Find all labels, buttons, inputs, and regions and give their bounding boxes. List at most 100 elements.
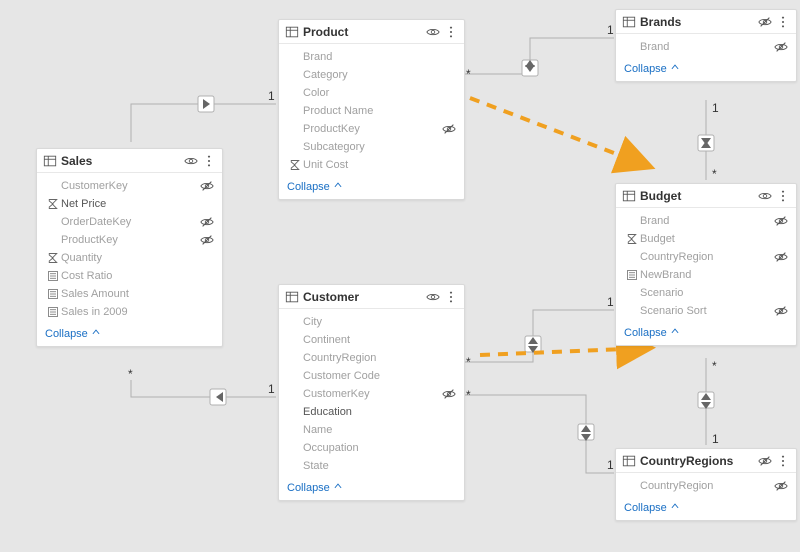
field-name: Customer Code: [303, 370, 456, 382]
table-header[interactable]: Product: [279, 20, 464, 44]
field-row[interactable]: ProductKey: [37, 231, 222, 249]
field-row[interactable]: CountryRegion: [616, 248, 796, 266]
field-row[interactable]: Education: [279, 403, 464, 421]
field-row[interactable]: Product Name: [279, 102, 464, 120]
table-header[interactable]: CountryRegions: [616, 449, 796, 473]
hidden-icon[interactable]: [758, 15, 772, 29]
field-name: Color: [303, 87, 456, 99]
table-header[interactable]: Budget: [616, 184, 796, 208]
field-row[interactable]: OrderDateKey: [37, 213, 222, 231]
field-name: Category: [303, 69, 456, 81]
table-header[interactable]: Customer: [279, 285, 464, 309]
blank-icon: [624, 40, 640, 54]
table-card-budget[interactable]: BudgetBrandBudgetCountryRegionNewBrandSc…: [615, 183, 797, 346]
model-diagram-canvas[interactable]: * 1 * 1 * 1 1 * * 1 * 1 1 * SalesCustome…: [0, 0, 800, 552]
measure-icon: [624, 268, 640, 282]
table-card-sales[interactable]: Sales CustomerKeyNet PriceOrderDateKeyPro…: [36, 148, 223, 347]
collapse-link[interactable]: Collapse: [279, 176, 464, 199]
table-card-product[interactable]: Product Brand Category Color Product Name Pro…: [278, 19, 465, 200]
table-title: Budget: [636, 189, 754, 203]
field-row[interactable]: Brand: [616, 212, 796, 230]
field-row[interactable]: CustomerKey: [37, 177, 222, 195]
field-name: Brand: [303, 51, 456, 63]
hidden-icon[interactable]: [774, 304, 788, 318]
field-name: CountryRegion: [640, 251, 774, 263]
field-row[interactable]: CountryRegion: [279, 349, 464, 367]
field-name: Unit Cost: [303, 159, 456, 171]
hidden-icon[interactable]: [774, 479, 788, 493]
field-row[interactable]: Brand: [279, 48, 464, 66]
svg-text:1: 1: [712, 432, 719, 446]
field-row[interactable]: Net Price: [37, 195, 222, 213]
more-options-icon[interactable]: [776, 15, 790, 29]
collapse-link[interactable]: Collapse: [37, 323, 222, 346]
hidden-icon[interactable]: [774, 40, 788, 54]
field-row[interactable]: Customer Code: [279, 367, 464, 385]
chevron-up-icon: [333, 180, 343, 193]
field-row[interactable]: CountryRegion: [616, 477, 796, 495]
svg-text:*: *: [128, 367, 133, 381]
hidden-icon[interactable]: [442, 122, 456, 136]
field-row[interactable]: Occupation: [279, 439, 464, 457]
collapse-link[interactable]: Collapse: [616, 58, 796, 81]
visibility-icon[interactable]: [426, 290, 440, 304]
blank-icon: [45, 233, 61, 247]
hidden-icon[interactable]: [774, 214, 788, 228]
field-row[interactable]: Scenario: [616, 284, 796, 302]
table-card-customer[interactable]: Customer City Continent CountryRegion Custom…: [278, 284, 465, 501]
field-row[interactable]: State: [279, 457, 464, 475]
field-row[interactable]: NewBrand: [616, 266, 796, 284]
table-title: Product: [299, 25, 422, 39]
collapse-link[interactable]: Collapse: [616, 497, 796, 520]
hidden-icon[interactable]: [200, 215, 214, 229]
hidden-icon[interactable]: [758, 454, 772, 468]
table-header[interactable]: Brands: [616, 10, 796, 34]
visibility-icon[interactable]: [184, 154, 198, 168]
chevron-up-icon: [670, 62, 680, 75]
visibility-icon[interactable]: [426, 25, 440, 39]
table-title: Sales: [57, 154, 180, 168]
svg-text:1: 1: [268, 382, 275, 396]
field-name: City: [303, 316, 456, 328]
field-row[interactable]: Unit Cost: [279, 156, 464, 174]
field-name: CountryRegion: [303, 352, 456, 364]
more-options-icon[interactable]: [776, 189, 790, 203]
field-row[interactable]: Sales in 2009: [37, 303, 222, 321]
field-row[interactable]: Subcategory: [279, 138, 464, 156]
field-row[interactable]: Name: [279, 421, 464, 439]
hidden-icon[interactable]: [200, 179, 214, 193]
field-row[interactable]: Sales Amount: [37, 285, 222, 303]
field-row[interactable]: Continent: [279, 331, 464, 349]
table-card-brands[interactable]: Brands Brand Collapse: [615, 9, 797, 82]
hidden-icon[interactable]: [442, 387, 456, 401]
field-row[interactable]: Color: [279, 84, 464, 102]
table-header[interactable]: Sales: [37, 149, 222, 173]
field-name: State: [303, 460, 456, 472]
more-options-icon[interactable]: [444, 25, 458, 39]
hidden-icon[interactable]: [200, 233, 214, 247]
sigma-icon: [45, 251, 61, 265]
field-name: Brand: [640, 41, 774, 53]
field-row[interactable]: Category: [279, 66, 464, 84]
table-icon: [285, 290, 299, 304]
field-row[interactable]: ProductKey: [279, 120, 464, 138]
hidden-icon[interactable]: [774, 250, 788, 264]
visibility-icon[interactable]: [758, 189, 772, 203]
more-options-icon[interactable]: [202, 154, 216, 168]
more-options-icon[interactable]: [444, 290, 458, 304]
field-row[interactable]: Scenario Sort: [616, 302, 796, 320]
field-row[interactable]: Cost Ratio: [37, 267, 222, 285]
field-name: Occupation: [303, 442, 456, 454]
field-name: ProductKey: [303, 123, 442, 135]
field-row[interactable]: City: [279, 313, 464, 331]
more-options-icon[interactable]: [776, 454, 790, 468]
collapse-link[interactable]: Collapse: [279, 477, 464, 500]
field-name: CountryRegion: [640, 480, 774, 492]
field-row[interactable]: Quantity: [37, 249, 222, 267]
field-row[interactable]: CustomerKey: [279, 385, 464, 403]
field-row[interactable]: Budget: [616, 230, 796, 248]
field-name: Education: [303, 406, 456, 418]
table-card-countryregions[interactable]: CountryRegions CountryRegion Collapse: [615, 448, 797, 521]
collapse-link[interactable]: Collapse: [616, 322, 796, 345]
field-row[interactable]: Brand: [616, 38, 796, 56]
